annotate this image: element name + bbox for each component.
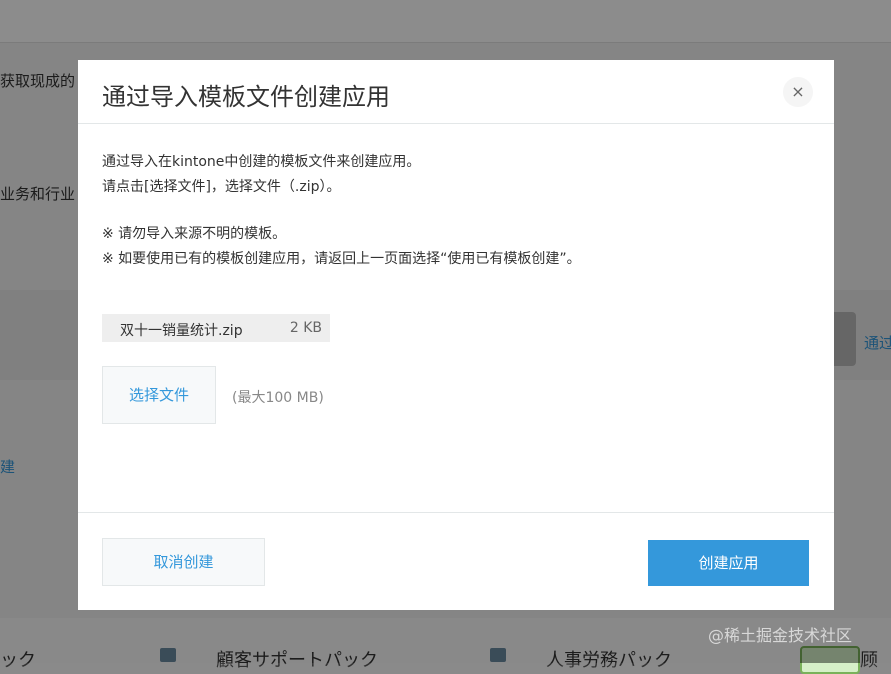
- choose-file-button[interactable]: 选择文件: [102, 366, 216, 424]
- import-template-dialog: 通过导入模板文件创建应用 × 通过导入在kintone中创建的模板文件来创建应用…: [78, 60, 834, 610]
- dialog-title: 通过导入模板文件创建应用: [102, 83, 390, 111]
- dialog-footer: 取消创建 创建应用: [78, 512, 834, 611]
- file-size: 2 KB: [289, 320, 322, 336]
- description-line-1: 通过导入在kintone中创建的模板文件来创建应用。: [102, 154, 421, 170]
- close-icon: ×: [791, 82, 805, 101]
- cancel-button[interactable]: 取消创建: [102, 538, 265, 586]
- selected-file: 双十一销量统计.zip 2 KB: [102, 314, 330, 342]
- close-button[interactable]: ×: [783, 77, 813, 107]
- file-name: 双十一销量统计.zip: [120, 323, 243, 339]
- create-app-button[interactable]: 创建应用: [648, 540, 809, 586]
- note-line-2: ※ 如要使用已有的模板创建应用，请返回上一页面选择“使用已有模板创建”。: [102, 251, 581, 267]
- dialog-header: 通过导入模板文件创建应用 ×: [78, 60, 834, 124]
- note-line-1: ※ 请勿导入来源不明的模板。: [102, 226, 287, 242]
- description-line-2: 请点击[选择文件]，选择文件（.zip）。: [102, 179, 341, 195]
- watermark: @稀土掘金技术社区: [708, 626, 853, 645]
- max-size-hint: (最大100 MB): [232, 390, 324, 406]
